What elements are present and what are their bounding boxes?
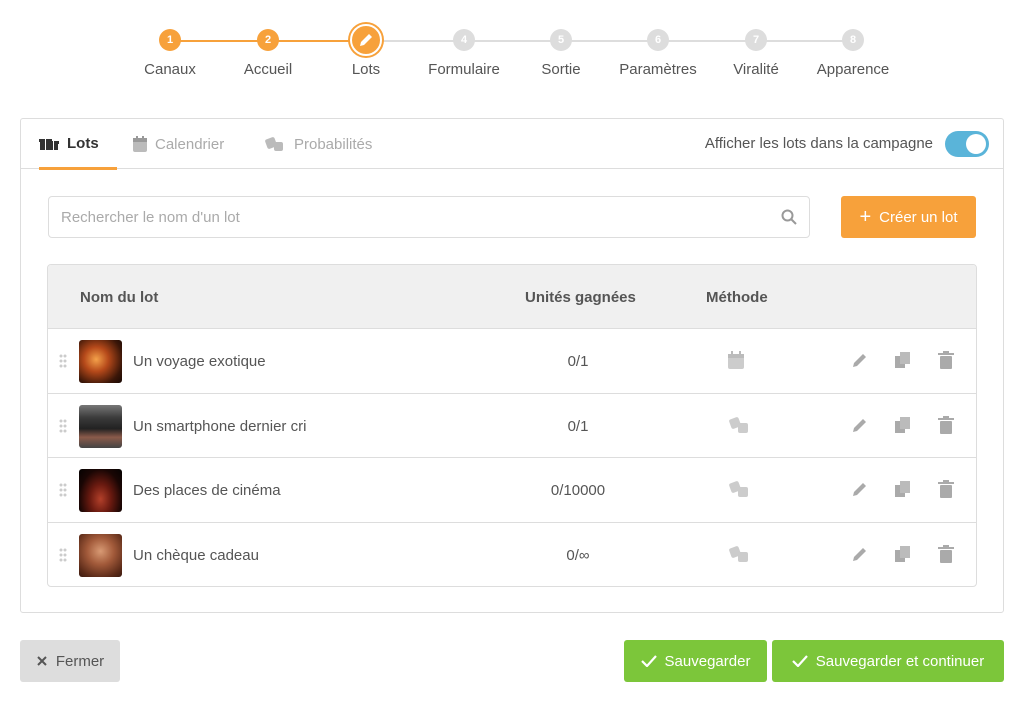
dice-icon: [728, 480, 750, 503]
step-number: 4: [453, 29, 475, 51]
step-label: Canaux: [144, 61, 196, 78]
tab-calendrier[interactable]: Calendrier: [133, 119, 224, 169]
trash-icon[interactable]: [938, 351, 954, 374]
step-sortie[interactable]: 5 Sortie: [511, 29, 611, 78]
search-icon[interactable]: [781, 209, 797, 230]
lot-name: Un voyage exotique: [133, 353, 266, 370]
duplicate-icon[interactable]: [894, 351, 912, 374]
drag-handle-icon[interactable]: [59, 354, 67, 373]
trash-icon[interactable]: [938, 480, 954, 503]
step-viralite[interactable]: 7 Viralité: [706, 29, 806, 78]
lot-name: Des places de cinéma: [133, 482, 281, 499]
dice-icon: [728, 545, 750, 568]
lot-units: 0/10000: [550, 482, 606, 499]
step-number: 8: [842, 29, 864, 51]
lots-panel: Lots Calendrier Probabilités Afficher le…: [20, 118, 1004, 613]
toggle-label: Afficher les lots dans la campagne: [704, 135, 933, 152]
step-label: Formulaire: [428, 61, 500, 78]
tab-bar: Lots Calendrier Probabilités Afficher le…: [21, 119, 1003, 170]
lot-units: 0/1: [567, 417, 589, 435]
drag-handle-icon[interactable]: [59, 483, 67, 502]
step-lots[interactable]: Lots: [316, 24, 416, 78]
edit-icon[interactable]: [851, 545, 869, 568]
tab-label: Calendrier: [155, 135, 225, 153]
close-icon: [36, 655, 48, 667]
save-continue-label: Sauvegarder et continuer: [815, 652, 985, 670]
check-icon: [791, 655, 808, 667]
save-label: Sauvegarder: [664, 652, 751, 670]
step-number: 2: [257, 29, 279, 51]
step-canaux[interactable]: 1 Canaux: [120, 29, 220, 78]
duplicate-icon[interactable]: [894, 416, 912, 439]
show-lots-toggle[interactable]: [945, 131, 989, 157]
save-continue-button[interactable]: Sauvegarder et continuer: [772, 640, 1004, 682]
lots-table: Nom du lot Unités gagnées Méthode Un voy…: [47, 264, 977, 587]
drag-handle-icon[interactable]: [59, 419, 67, 438]
lot-name: Un chèque cadeau: [133, 546, 259, 564]
create-lot-label: Créer un lot: [879, 208, 958, 226]
duplicate-icon[interactable]: [894, 480, 912, 503]
trash-icon[interactable]: [938, 415, 954, 439]
table-row[interactable]: Un chèque cadeau 0/∞: [48, 523, 976, 587]
lot-name: Un smartphone dernier cri: [133, 417, 307, 435]
search-input[interactable]: [49, 197, 749, 237]
step-label: Lots: [351, 61, 381, 78]
step-accueil[interactable]: 2 Accueil: [218, 29, 318, 78]
tab-probabilites[interactable]: Probabilités: [264, 119, 372, 169]
step-formulaire[interactable]: 4 Formulaire: [414, 29, 514, 78]
table-row[interactable]: Un smartphone dernier cri 0/1: [48, 394, 976, 458]
header-units: Unités gagnées: [525, 289, 636, 306]
duplicate-icon[interactable]: [894, 545, 912, 568]
close-button[interactable]: Fermer: [20, 640, 120, 682]
check-icon: [640, 655, 657, 667]
edit-icon[interactable]: [851, 351, 869, 374]
lot-thumbnail: [79, 340, 122, 383]
lot-units: 0/1: [567, 353, 589, 370]
step-number: 7: [745, 29, 767, 51]
progress-stepper: 1 Canaux 2 Accueil Lots 4 Formulaire 5 S…: [120, 24, 920, 94]
table-header: Nom du lot Unités gagnées Méthode: [48, 265, 976, 329]
lot-thumbnail: [79, 533, 122, 577]
tab-lots[interactable]: Lots: [39, 119, 117, 170]
table-row[interactable]: Des places de cinéma 0/10000: [48, 458, 976, 523]
tab-label: Lots: [67, 134, 99, 152]
plus-icon: +: [859, 206, 872, 228]
close-label: Fermer: [55, 652, 105, 670]
create-lot-button[interactable]: + Créer un lot: [841, 196, 976, 238]
step-label: Viralité: [733, 61, 779, 78]
edit-icon[interactable]: [851, 480, 869, 503]
dice-icon: [264, 136, 286, 152]
dice-icon: [728, 416, 750, 439]
pencil-icon: [350, 24, 382, 56]
step-label: Sortie: [541, 61, 581, 78]
step-parametres[interactable]: 6 Paramètres: [608, 29, 708, 78]
lot-thumbnail: [79, 469, 122, 512]
step-label: Accueil: [243, 61, 293, 78]
lot-thumbnail: [79, 404, 122, 448]
save-button[interactable]: Sauvegarder: [624, 640, 767, 682]
lot-units: 0/∞: [566, 546, 590, 564]
step-number: 1: [159, 29, 181, 51]
calendar-icon: [133, 136, 147, 152]
table-row[interactable]: Un voyage exotique 0/1: [48, 329, 976, 394]
step-label: Paramètres: [619, 61, 697, 78]
step-label: Apparence: [816, 61, 890, 78]
tab-label: Probabilités: [294, 135, 373, 153]
header-name: Nom du lot: [80, 289, 159, 306]
toggle-knob: [966, 134, 986, 154]
calendar-icon: [728, 351, 744, 374]
step-apparence[interactable]: 8 Apparence: [803, 29, 903, 78]
drag-handle-icon[interactable]: [59, 548, 67, 567]
trash-icon[interactable]: [938, 544, 954, 568]
step-number: 5: [550, 29, 572, 51]
step-number: 6: [647, 29, 669, 51]
search-box: [48, 196, 810, 238]
gifts-icon: [39, 135, 59, 151]
header-method: Méthode: [706, 289, 768, 306]
edit-icon[interactable]: [851, 416, 869, 439]
